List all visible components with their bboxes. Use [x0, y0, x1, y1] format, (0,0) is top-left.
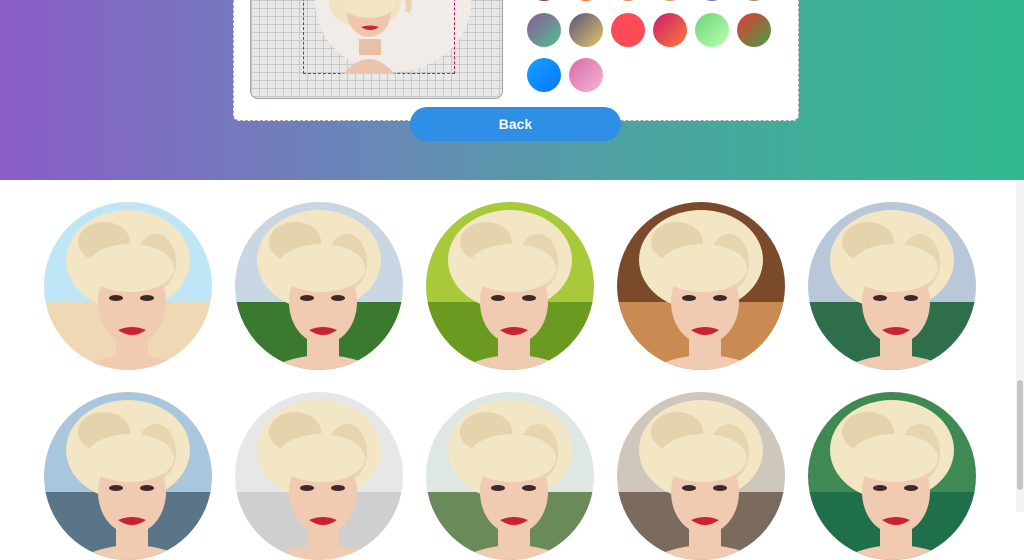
crop-canvas[interactable]	[250, 0, 503, 99]
color-swatch-7[interactable]	[527, 58, 561, 92]
portrait-thumbnail	[235, 202, 403, 370]
background-option-rock-cave[interactable]	[617, 202, 785, 370]
background-option-wood-room[interactable]	[617, 392, 785, 560]
background-option-green-leaves[interactable]	[426, 202, 594, 370]
header-banner: Back	[0, 0, 1024, 180]
color-swatch-top-3[interactable]	[611, 0, 645, 1]
background-option-white-room[interactable]	[235, 392, 403, 560]
editor-panel	[233, 0, 799, 121]
color-swatch-top-5[interactable]	[695, 0, 729, 1]
portrait-thumbnail	[426, 202, 594, 370]
portrait-thumbnail	[617, 202, 785, 370]
portrait-preview	[329, 0, 412, 74]
background-option-office-window[interactable]	[44, 392, 212, 560]
scrollbar-thumb[interactable]	[1017, 380, 1023, 490]
background-option-beach[interactable]	[44, 202, 212, 370]
color-swatch-top-1[interactable]	[527, 0, 561, 1]
color-swatch-1[interactable]	[527, 13, 561, 47]
background-gallery	[0, 180, 1024, 560]
portrait-thumbnail	[808, 392, 976, 560]
background-color-swatches	[527, 0, 787, 92]
portrait-thumbnail	[426, 392, 594, 560]
color-swatch-8[interactable]	[569, 58, 603, 92]
background-option-indoor-plant[interactable]	[426, 392, 594, 560]
color-swatch-3[interactable]	[611, 13, 645, 47]
color-swatch-top-4[interactable]	[653, 0, 687, 1]
background-option-green-waterfall[interactable]	[808, 392, 976, 560]
color-swatch-6[interactable]	[737, 13, 771, 47]
portrait-thumbnail	[235, 392, 403, 560]
background-option-forest-mountain[interactable]	[235, 202, 403, 370]
color-swatch-2[interactable]	[569, 13, 603, 47]
portrait-thumbnail	[44, 202, 212, 370]
portrait-thumbnail	[808, 202, 976, 370]
color-swatch-5[interactable]	[695, 13, 729, 47]
back-button[interactable]: Back	[410, 107, 621, 141]
portrait-thumbnail	[44, 392, 212, 560]
background-option-mountain-lake[interactable]	[808, 202, 976, 370]
color-swatch-top-6[interactable]	[737, 0, 771, 1]
color-swatch-4[interactable]	[653, 13, 687, 47]
color-swatch-top-2[interactable]	[569, 0, 603, 1]
portrait-thumbnail	[617, 392, 785, 560]
